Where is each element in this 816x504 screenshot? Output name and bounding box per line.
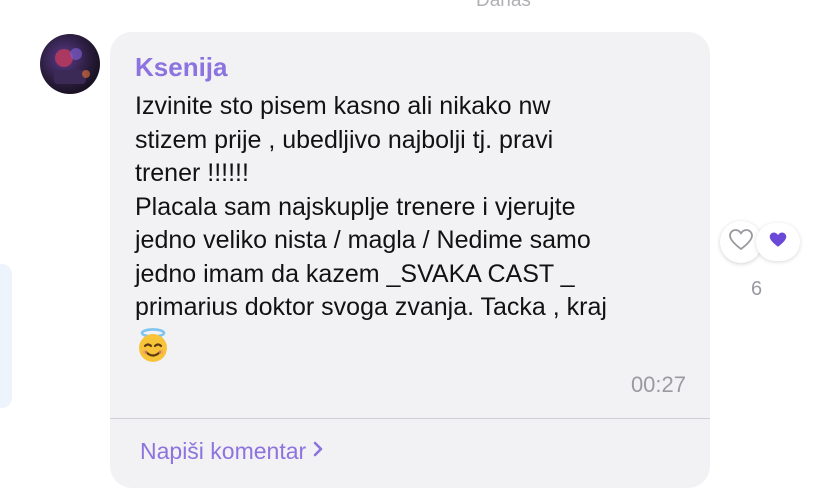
reaction-bar xyxy=(720,221,800,263)
smiling-face-with-halo-icon xyxy=(135,328,171,364)
write-comment-link[interactable]: Napiši komentar xyxy=(140,438,324,465)
sender-name[interactable]: Ksenija xyxy=(135,52,228,83)
chevron-right-icon xyxy=(312,441,324,462)
heart-filled-icon xyxy=(768,231,788,254)
date-label: Danas xyxy=(476,0,531,11)
avatar[interactable] xyxy=(40,34,100,94)
adjacent-panel xyxy=(0,264,12,408)
message-text: Izvinite sto pisem kasno ali nikako nw s… xyxy=(135,92,607,321)
heart-outline-icon xyxy=(728,228,754,257)
write-comment-label: Napiši komentar xyxy=(140,438,307,464)
message-bubble: Ksenija Izvinite sto pisem kasno ali nik… xyxy=(110,32,710,488)
divider xyxy=(110,418,710,419)
reaction-count: 6 xyxy=(751,278,763,300)
reaction-heart-button[interactable] xyxy=(756,223,800,261)
message-time: 00:27 xyxy=(630,372,686,397)
